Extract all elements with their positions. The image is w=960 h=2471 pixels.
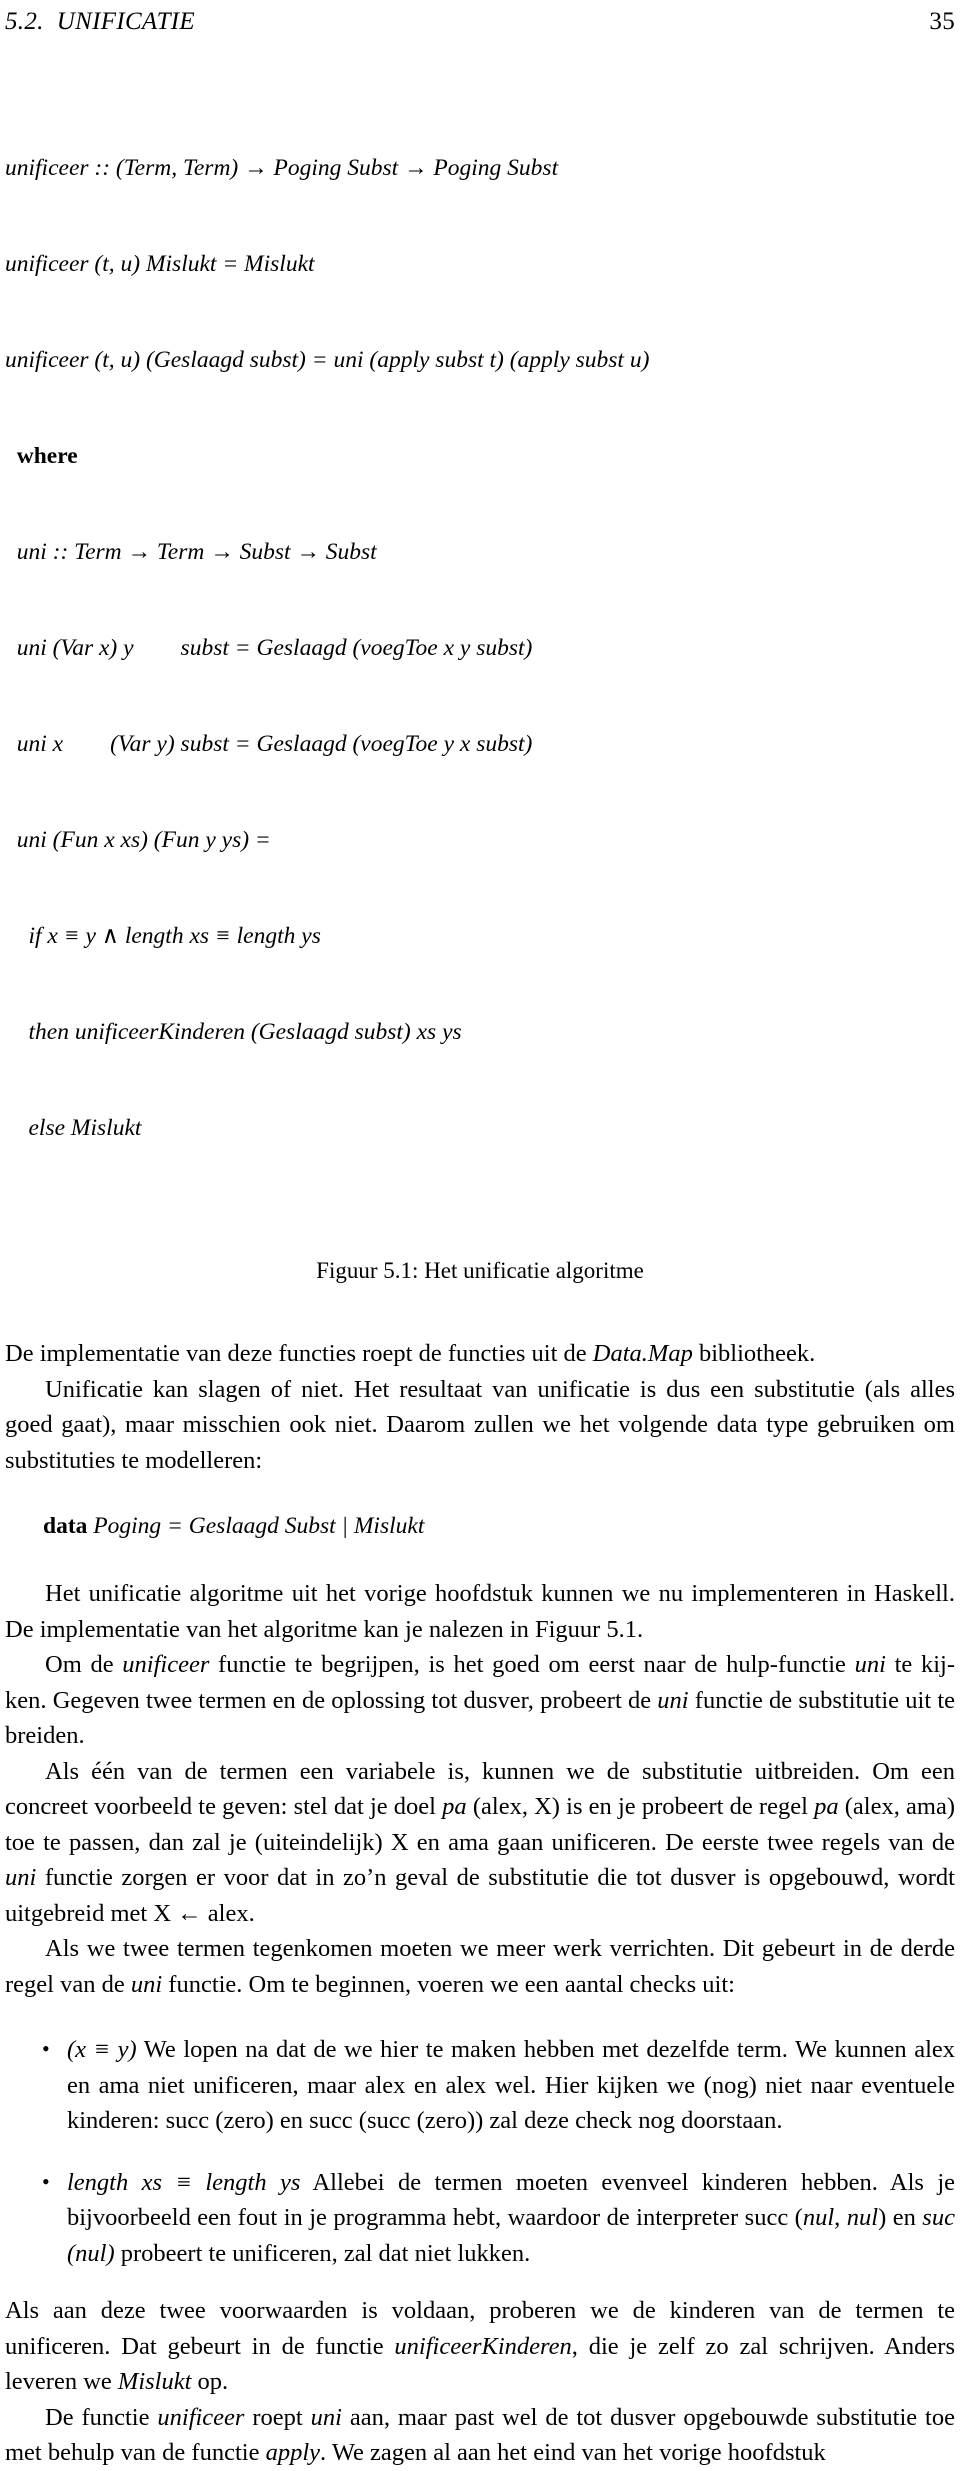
figure-5-1: unificeer :: (Term, Term) → Poging Subst… bbox=[5, 88, 955, 1284]
check2-part-b: ) en bbox=[878, 2204, 923, 2231]
p1-part-a: De implementatie van deze functies roept… bbox=[5, 1340, 593, 1367]
body-text: De implementatie van deze functies roept… bbox=[5, 1336, 955, 2471]
code-line-then: then unificeerKinderen (Geslaagd subst) … bbox=[5, 1019, 462, 1045]
p1-part-b: bibliotheek. bbox=[692, 1340, 816, 1367]
p5-part-d: functie zorgen er voor dat in zo’n geval… bbox=[5, 1864, 955, 1927]
checks-list: • (x ≡ y) We lopen na dat de we hier te m… bbox=[5, 2032, 955, 2271]
check1-math: (x ≡ y) bbox=[67, 2036, 137, 2063]
p1-emph-datamap: Data.Map bbox=[592, 1340, 693, 1367]
paragraph-4: Om de unificeer functie te begrijpen, is… bbox=[5, 1647, 955, 1754]
code-line: uni (Fun x xs) (Fun y ys) = bbox=[5, 827, 271, 853]
bullet-icon: • bbox=[42, 2036, 50, 2061]
list-item: • length xs ≡ length ys Allebei de termen… bbox=[5, 2165, 955, 2272]
paragraph-7: Als aan deze twee voorwaarden is voldaan… bbox=[5, 2293, 955, 2400]
code-line-if: if x ≡ y ∧ length xs ≡ length ys bbox=[5, 923, 321, 949]
paragraph-8: De functie unificeer roept uni aan, maar… bbox=[5, 2400, 955, 2471]
p8-emph-apply: apply bbox=[265, 2439, 321, 2466]
code-line-else: else Mislukt bbox=[5, 1115, 142, 1141]
page-number: 35 bbox=[929, 8, 955, 35]
code-line: uni :: Term → Term → Subst → Subst bbox=[5, 539, 377, 565]
paragraph-3: Het unificatie algoritme uit het vorige … bbox=[5, 1580, 955, 1643]
code-line: unificeer (t, u) (Geslaagd subst) = uni … bbox=[5, 347, 650, 373]
p8-part-b: roept bbox=[244, 2403, 311, 2431]
check1-text: We lopen na dat de we hier te maken hebb… bbox=[67, 2036, 956, 2134]
document-page: 5.2. UNIFICATIE 35 unificeer :: (Term, T… bbox=[0, 0, 960, 2466]
paragraph-6: Als we twee termen tegenkomen moeten we … bbox=[5, 1931, 955, 2002]
p6-emph-uni: uni bbox=[130, 1970, 163, 1998]
datatype-body: Poging = Geslaagd Subst | Mislukt bbox=[87, 1513, 425, 1539]
figure-caption: Figuur 5.1: Het unificatie algoritme bbox=[316, 1258, 644, 1283]
p4-part-a: Om de bbox=[45, 1651, 123, 1678]
p4-emph-unificeer: unificeer bbox=[122, 1651, 210, 1678]
bullet-icon: • bbox=[42, 2168, 50, 2194]
p5-emph-uni: uni bbox=[5, 1864, 37, 1891]
paragraph-5: Als één van de termen een variabele is, … bbox=[5, 1754, 955, 1932]
p7-emph-unificeerkinderen: unificeerKinderen bbox=[394, 2332, 572, 2360]
p4-emph-uni-1: uni bbox=[854, 1651, 886, 1678]
running-head-title: 5.2. UNIFICATIE bbox=[5, 8, 195, 35]
p8-part-d: . We zagen al aan het eind van het vorig… bbox=[320, 2439, 826, 2466]
p4-part-b: functie te begrijpen, is het goed om eer… bbox=[209, 1651, 855, 1678]
check2-emph-nul: nul, nul bbox=[802, 2204, 879, 2231]
list-item: • (x ≡ y) We lopen na dat de we hier te m… bbox=[5, 2032, 955, 2139]
running-head: 5.2. UNIFICATIE 35 bbox=[5, 0, 955, 46]
check2-math: length xs ≡ length ys bbox=[67, 2168, 301, 2196]
code-line: unificeer (t, u) Mislukt = Mislukt bbox=[5, 251, 315, 277]
check2-part-c: probeert te unificeren, zal dat niet luk… bbox=[114, 2239, 531, 2267]
p8-emph-unificeer: unificeer bbox=[157, 2403, 245, 2431]
code-line-keyword-where: where bbox=[5, 443, 78, 469]
p5-emph-pa-1: pa bbox=[442, 1793, 467, 1820]
code-line: uni x (Var y) subst = Geslaagd (voegToe … bbox=[5, 731, 533, 757]
keyword-data: data bbox=[43, 1513, 88, 1539]
p7-emph-mislukt: Mislukt bbox=[117, 2368, 192, 2395]
p8-part-a: De functie bbox=[45, 2403, 158, 2431]
datatype-declaration: data Poging = Geslaagd Subst | Mislukt bbox=[5, 1510, 955, 1542]
code-listing: unificeer :: (Term, Term) → Poging Subst… bbox=[5, 88, 955, 1208]
p4-emph-uni-2: uni bbox=[657, 1686, 689, 1714]
p7-part-c: op. bbox=[191, 2368, 229, 2395]
paragraph-1: De implementatie van deze functies roept… bbox=[5, 1336, 955, 1372]
p5-part-b: (alex, X) is en je probeert de regel bbox=[466, 1793, 815, 1820]
p5-emph-pa-2: pa bbox=[814, 1793, 839, 1820]
p6-part-b: functie. Om te beginnen, voeren we een a… bbox=[162, 1970, 735, 1998]
paragraph-2: Unificatie kan slagen of niet. Het resul… bbox=[5, 1375, 955, 1474]
p8-emph-uni: uni bbox=[310, 2403, 342, 2431]
code-line: uni (Var x) y subst = Geslaagd (voegToe … bbox=[5, 635, 533, 661]
code-line: unificeer :: (Term, Term) → Poging Subst… bbox=[5, 155, 559, 181]
